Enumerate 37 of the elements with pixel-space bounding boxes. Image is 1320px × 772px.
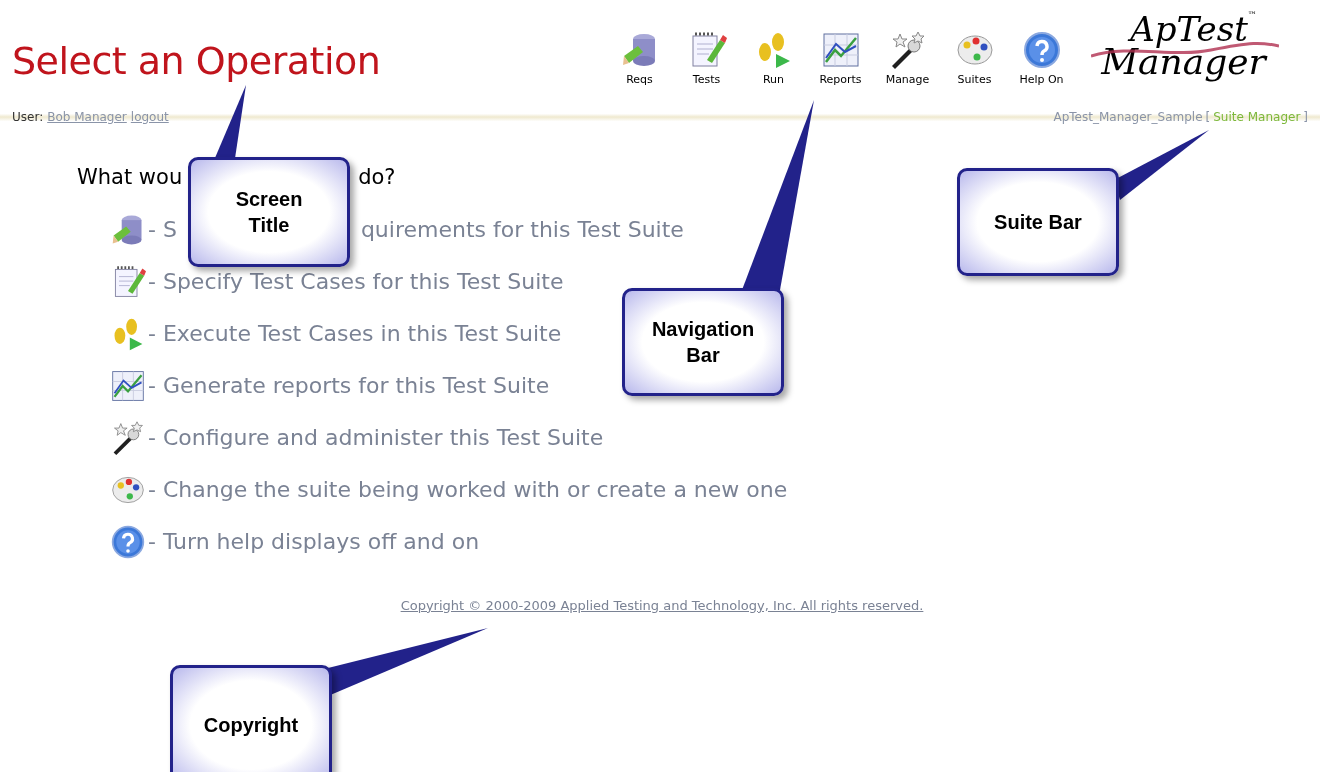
operation-link[interactable]: - Change the suite being worked with or create a new one [148, 473, 788, 506]
bracket: [ [1205, 109, 1211, 126]
bracket: ] [1303, 109, 1308, 126]
help-icon [1021, 30, 1062, 70]
copyright-link[interactable]: Copyright © 2000-2009 Applied Testing and Technology, Inc. All rights reserved. [400, 595, 924, 615]
operation-link[interactable]: - Generate reports for this Test Suite [148, 369, 550, 402]
callout-text: Suite Bar [994, 210, 1082, 235]
operation-link[interactable]: - S [148, 213, 177, 246]
suite-name: ApTest_Manager_Sample [1053, 109, 1203, 126]
operation-link[interactable]: - Configure and administer this Test Suite [148, 421, 604, 454]
magic-wand-icon [110, 419, 146, 456]
logo: ApTest™ Manager [1083, 10, 1288, 87]
user-label: User: [12, 109, 44, 126]
operation-link[interactable]: - Turn help displays off and on [148, 525, 480, 558]
nav-button[interactable]: Reports [807, 30, 874, 87]
question-text: do? [358, 164, 396, 191]
user-link[interactable]: Bob Manager [47, 108, 127, 126]
nav-button[interactable]: Reqs [606, 30, 673, 87]
operation-link[interactable]: - Specify Test Cases for this Test Suite [148, 265, 564, 298]
help-icon [110, 523, 146, 560]
logout-link[interactable]: logout [130, 108, 169, 126]
callout-text: Bar [686, 343, 720, 368]
operation-link[interactable]: - Execute Test Cases in this Test Suite [148, 317, 562, 350]
question-text: What wou [77, 164, 183, 191]
suite-role-link[interactable]: Suite Manager [1213, 108, 1301, 126]
nav-button[interactable]: Run [740, 30, 807, 87]
callout-text: Screen [235, 187, 303, 212]
callout-text: Copyright [203, 713, 299, 738]
operation-link[interactable]: quirements for this Test Suite [360, 213, 684, 246]
callout-text: Navigation [651, 317, 755, 342]
nav-button[interactable]: Help On [1008, 30, 1075, 87]
nav-button[interactable]: Tests [673, 30, 740, 87]
line-chart-icon [820, 30, 861, 70]
nav-button[interactable]: Manage [874, 30, 941, 87]
nav-button[interactable]: Suites [941, 30, 1008, 87]
callout-text: Title [248, 213, 290, 238]
screen-title: Select an Operation [12, 42, 381, 80]
